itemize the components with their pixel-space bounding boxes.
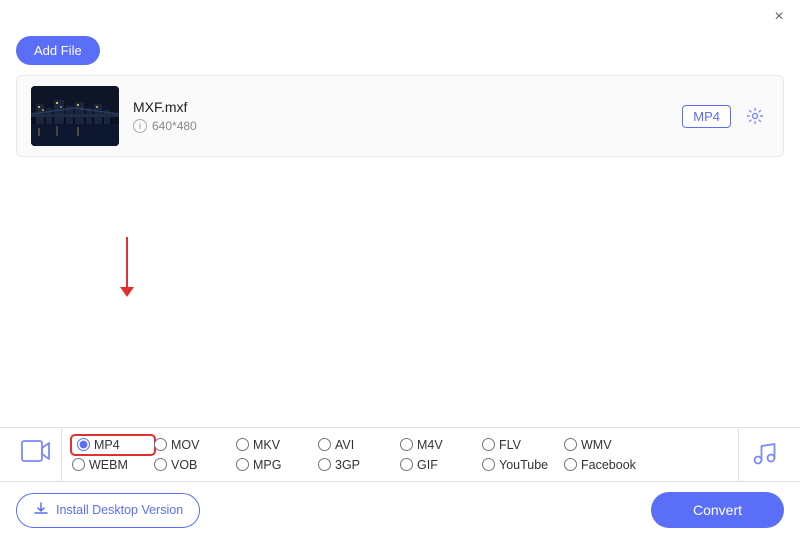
format-option-mp4[interactable]: MP4 [72,436,154,454]
empty-space [0,157,800,367]
close-button[interactable]: × [770,8,788,26]
formats-grid: MP4 MOV MKV AVI M4V FLV WMV [62,432,738,478]
music-icon [751,438,779,472]
info-icon: i [133,119,147,133]
format-radio-flv[interactable] [482,438,495,451]
format-option-m4v[interactable]: M4V [400,436,482,454]
file-list: MXF.mxf i 640*480 MP4 [16,75,784,157]
format-option-avi[interactable]: AVI [318,436,400,454]
format-option-gif[interactable]: GIF [400,456,482,474]
format-option-mov[interactable]: MOV [154,436,236,454]
add-file-button[interactable]: Add File [16,36,100,65]
toolbar: Add File [0,30,800,75]
arrow-shaft [126,237,128,287]
format-radio-m4v[interactable] [400,438,413,451]
format-panel: MP4 MOV MKV AVI M4V FLV WMV [0,427,800,538]
format-radio-vob[interactable] [154,458,167,471]
file-info: MXF.mxf i 640*480 [133,99,668,133]
format-radio-wmv[interactable] [564,438,577,451]
arrow-indicator [120,237,134,297]
format-option-vob[interactable]: VOB [154,456,236,474]
format-option-wmv[interactable]: WMV [564,436,646,454]
file-resolution: 640*480 [152,119,197,133]
format-option-mpg[interactable]: MPG [236,456,318,474]
format-badge[interactable]: MP4 [682,105,731,128]
install-label: Install Desktop Version [56,503,183,517]
format-radio-mp4[interactable] [77,438,90,451]
file-name: MXF.mxf [133,99,668,115]
video-format-icon-area [10,428,62,481]
file-thumbnail [31,86,119,146]
format-radio-mov[interactable] [154,438,167,451]
format-radio-gif[interactable] [400,458,413,471]
format-radio-webm[interactable] [72,458,85,471]
format-radio-3gp[interactable] [318,458,331,471]
audio-format-icon-area [738,428,790,481]
format-option-3gp[interactable]: 3GP [318,456,400,474]
format-radio-mkv[interactable] [236,438,249,451]
video-icon [21,437,51,472]
format-radio-youtube[interactable] [482,458,495,471]
format-option-flv[interactable]: FLV [482,436,564,454]
format-radio-avi[interactable] [318,438,331,451]
install-button[interactable]: Install Desktop Version [16,493,200,528]
format-radio-mpg[interactable] [236,458,249,471]
format-option-mkv[interactable]: MKV [236,436,318,454]
title-bar: × [0,0,800,30]
format-option-webm[interactable]: WEBM [72,456,154,474]
download-icon [33,501,49,520]
action-bar: Install Desktop Version Convert [0,482,800,538]
format-option-youtube[interactable]: YouTube [482,456,564,474]
format-radio-facebook[interactable] [564,458,577,471]
settings-button[interactable] [741,102,769,130]
file-item: MXF.mxf i 640*480 MP4 [17,76,783,156]
file-actions: MP4 [682,102,769,130]
convert-button[interactable]: Convert [651,492,784,528]
arrow-head [120,287,134,297]
format-option-facebook[interactable]: Facebook [564,456,646,474]
file-meta: i 640*480 [133,119,668,133]
format-row: MP4 MOV MKV AVI M4V FLV WMV [0,428,800,482]
